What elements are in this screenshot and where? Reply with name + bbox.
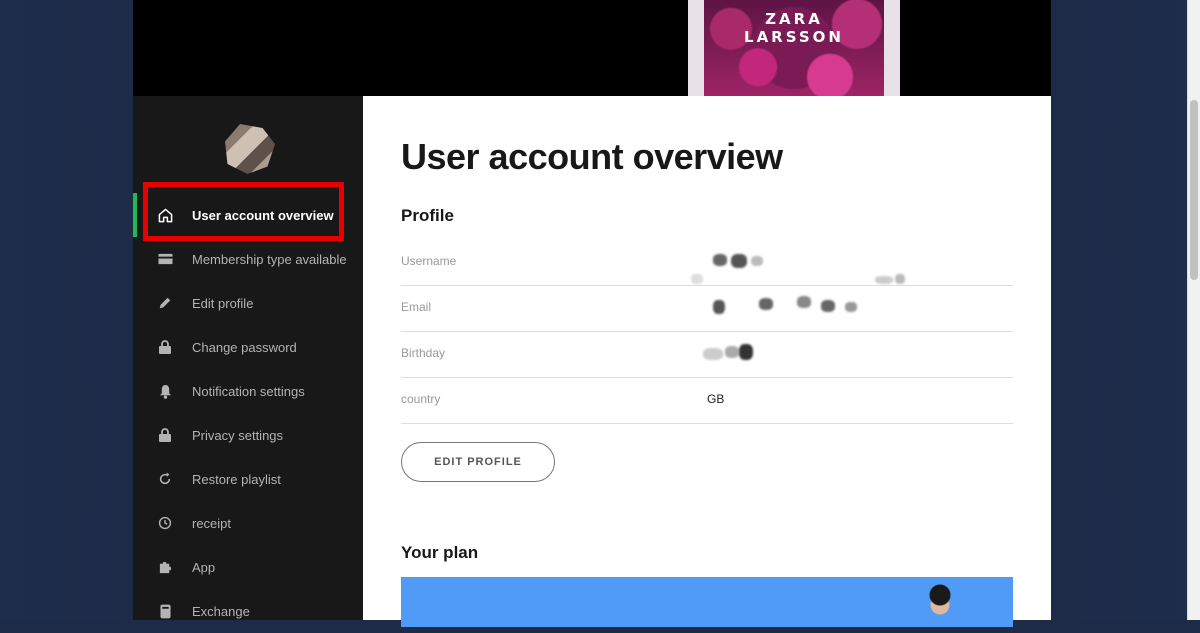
- sidebar-item-app[interactable]: App: [133, 545, 363, 589]
- sidebar-item-change-password[interactable]: Change password: [133, 325, 363, 369]
- profile-label: Birthday: [401, 346, 446, 360]
- sidebar-item-privacy-settings[interactable]: Privacy settings: [133, 413, 363, 457]
- scrollbar-thumb[interactable]: [1190, 100, 1198, 280]
- profile-value: GB: [707, 392, 725, 406]
- profile-row-country: country GB: [401, 378, 1013, 424]
- sidebar-item-label: receipt: [192, 515, 232, 531]
- restore-icon: [155, 472, 175, 486]
- profile-label: Email: [401, 300, 432, 314]
- sidebar-item-label: Restore playlist: [192, 471, 281, 487]
- edit-profile-button[interactable]: EDIT PROFILE: [401, 442, 555, 482]
- album-art: ZARA LARSSON: [688, 0, 900, 96]
- sidebar-item-label: Edit profile: [192, 295, 254, 311]
- album-artist-line1: ZARA: [765, 10, 823, 28]
- main-content: User account overview Profile Username E…: [363, 96, 1051, 627]
- card-icon: [155, 253, 175, 265]
- profile-row-email: Email: [401, 274, 1013, 332]
- sidebar-item-label: App: [192, 559, 216, 575]
- sidebar-item-edit-profile[interactable]: Edit profile: [133, 281, 363, 325]
- sidebar-item-label: Change password: [192, 339, 297, 355]
- plan-illustration: [925, 583, 955, 623]
- page-title: User account overview: [401, 136, 783, 177]
- profile-row-birthday: Birthday: [401, 332, 1013, 378]
- clock-icon: [155, 516, 175, 530]
- annotation-highlight-box: [143, 182, 344, 241]
- avatar[interactable]: [225, 124, 275, 174]
- sidebar-item-membership-type[interactable]: Membership type available: [133, 237, 363, 281]
- top-banner: ZARA LARSSON: [133, 0, 1051, 96]
- sidebar-item-notification-settings[interactable]: Notification settings: [133, 369, 363, 413]
- bell-icon: [155, 384, 175, 399]
- sidebar-item-restore-playlist[interactable]: Restore playlist: [133, 457, 363, 501]
- sidebar: User account overview Membership type av…: [133, 96, 363, 620]
- device-icon: [155, 604, 175, 619]
- sidebar-item-exchange[interactable]: Exchange: [133, 589, 363, 633]
- sidebar-item-label: Notification settings: [192, 383, 305, 399]
- puzzle-icon: [155, 560, 175, 575]
- lock-icon: [155, 340, 175, 354]
- profile-label: country: [401, 392, 441, 406]
- album-artist-line2: LARSSON: [744, 28, 844, 46]
- album-cover: ZARA LARSSON: [704, 0, 884, 96]
- profile-heading: Profile: [401, 206, 454, 225]
- lock-icon: [155, 428, 175, 442]
- sidebar-item-receipt[interactable]: receipt: [133, 501, 363, 545]
- sidebar-item-label: Privacy settings: [192, 427, 284, 443]
- sidebar-item-label: Membership type available: [192, 251, 347, 267]
- sidebar-item-label: Exchange: [192, 603, 250, 619]
- active-indicator: [133, 193, 137, 237]
- profile-row-username: Username: [401, 240, 1013, 286]
- pen-icon: [155, 296, 175, 310]
- plan-heading: Your plan: [401, 543, 479, 562]
- page-scrollbar[interactable]: [1187, 0, 1200, 620]
- profile-label: Username: [401, 254, 457, 268]
